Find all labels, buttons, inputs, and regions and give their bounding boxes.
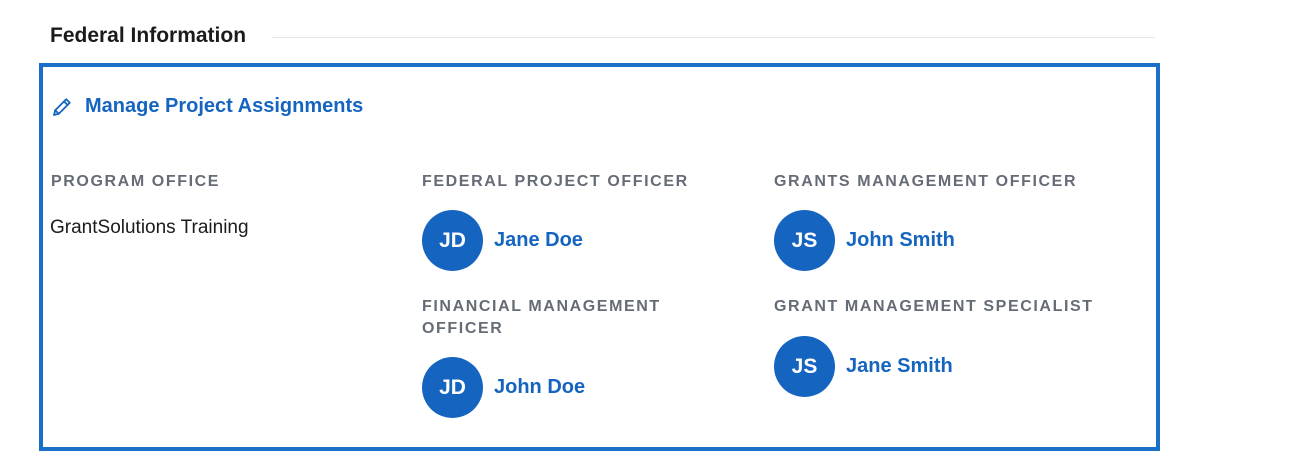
section-title: Federal Information [50,24,247,47]
manage-project-assignments-link[interactable]: Manage Project Assignments [51,95,363,118]
avatar: JS [774,210,835,271]
financial-management-officer-name: John Doe [494,376,586,398]
grant-management-specialist-person[interactable]: JS Jane Smith [774,336,953,397]
avatar: JD [422,357,483,418]
section-divider [272,37,1155,38]
federal-project-officer-label: FEDERAL PROJECT OFFICER [422,173,689,190]
federal-project-officer-person[interactable]: JD Jane Doe [422,210,583,271]
program-office-label: PROGRAM OFFICE [51,173,221,190]
federal-information-panel: Manage Project Assignments PROGRAM OFFIC… [39,63,1160,451]
avatar: JS [774,336,835,397]
financial-management-officer-person[interactable]: JD John Doe [422,357,585,418]
section-header: Federal Information [50,22,1155,50]
financial-management-officer-label: FINANCIAL MANAGEMENT OFFICER [422,296,661,340]
grants-management-officer-person[interactable]: JS John Smith [774,210,955,271]
grant-management-specialist-name: Jane Smith [846,355,953,377]
financial-management-officer-label-line1: FINANCIAL MANAGEMENT [422,298,661,315]
grants-management-officer-label: GRANTS MANAGEMENT OFFICER [774,173,1078,190]
federal-project-officer-name: Jane Doe [494,229,583,251]
manage-project-assignments-label: Manage Project Assignments [85,95,364,117]
financial-management-officer-label-line2: OFFICER [422,320,504,337]
program-office-value: GrantSolutions Training [50,217,249,238]
avatar: JD [422,210,483,271]
grant-management-specialist-label: GRANT MANAGEMENT SPECIALIST [774,298,1094,315]
grants-management-officer-name: John Smith [846,229,955,251]
pencil-icon [51,96,73,118]
